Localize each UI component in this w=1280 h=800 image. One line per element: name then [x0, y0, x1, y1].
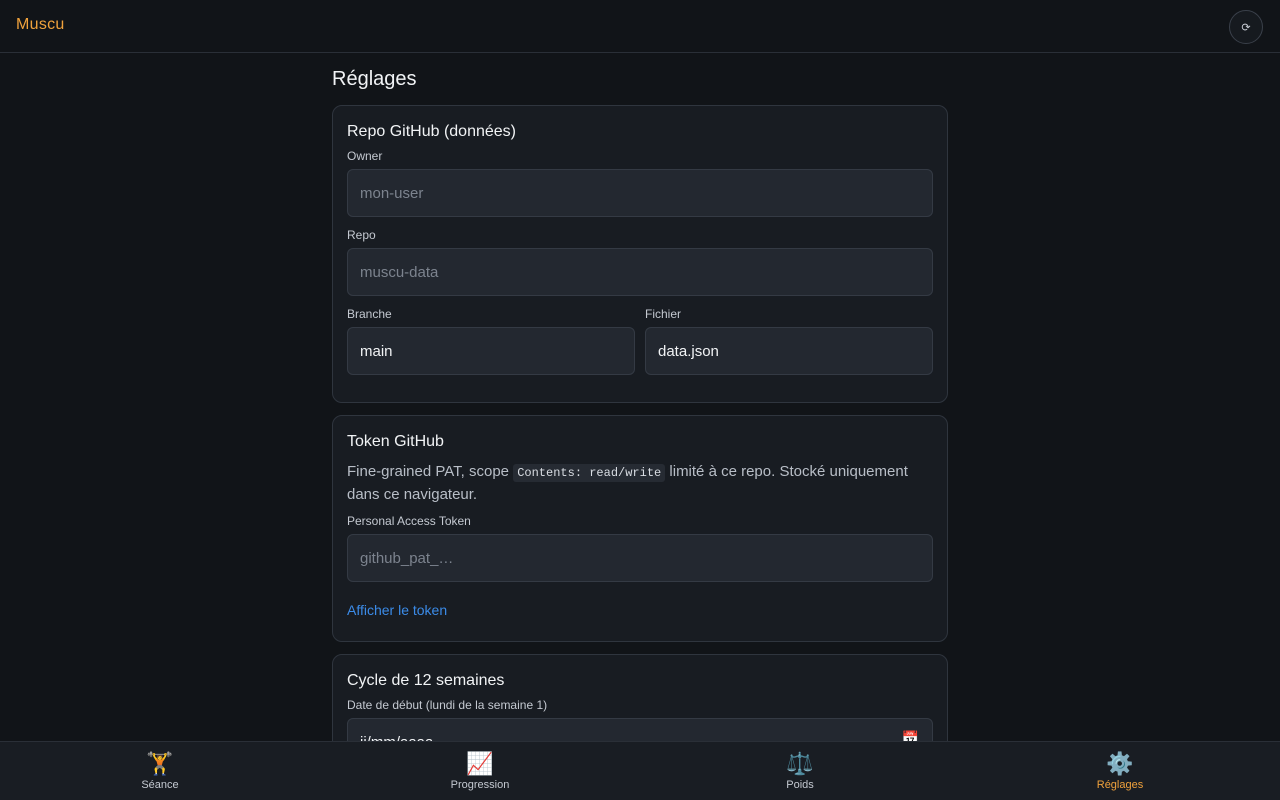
settings-content: Réglages Repo GitHub (données) Owner mon…	[332, 53, 948, 741]
tab-poids[interactable]: ⚖️ Poids	[640, 742, 960, 800]
branch-label: Branche	[347, 307, 392, 321]
bottom-tab-bar: 🏋️ Séance 📈 Progression ⚖️ Poids ⚙️ Régl…	[0, 741, 1280, 800]
show-token-link[interactable]: Afficher le token	[347, 602, 447, 619]
token-desc-start: Fine-grained PAT, scope	[347, 463, 514, 480]
token-card: Token GitHub Fine-grained PAT, scope Con…	[332, 415, 948, 642]
gear-icon: ⚙️	[1106, 751, 1134, 776]
file-input[interactable]: data.json	[645, 327, 933, 375]
repo-label: Repo	[347, 228, 376, 242]
sync-button[interactable]: ⟳	[1229, 10, 1263, 44]
sync-icon: ⟳	[1241, 21, 1251, 34]
file-label: Fichier	[645, 307, 682, 321]
repo-card: Repo GitHub (données) Owner mon-user Rep…	[332, 105, 948, 403]
branch-input[interactable]: main	[347, 327, 635, 375]
tab-progression[interactable]: 📈 Progression	[320, 742, 640, 800]
token-scope-code: Contents: read/write	[513, 464, 666, 482]
owner-label: Owner	[347, 149, 383, 163]
tab-label-progression: Progression	[450, 779, 510, 791]
scale-icon: ⚖️	[786, 751, 814, 776]
calendar-icon[interactable]: 📅	[902, 730, 919, 741]
tab-seance[interactable]: 🏋️ Séance	[0, 742, 320, 800]
pat-input[interactable]: github_pat_…	[347, 534, 933, 582]
start-date-input[interactable]: jj/mm/aaaa	[347, 718, 933, 741]
tab-label-reglages: Réglages	[1096, 779, 1144, 791]
pat-label: Personal Access Token	[347, 514, 471, 528]
tab-label-seance: Séance	[141, 779, 179, 791]
dumbbell-icon: 🏋️	[146, 751, 174, 776]
token-description: Fine-grained PAT, scope Contents: read/w…	[347, 461, 933, 505]
repo-card-title: Repo GitHub (données)	[347, 123, 516, 140]
token-card-title: Token GitHub	[347, 433, 444, 450]
start-date-label: Date de début (lundi de la semaine 1)	[347, 698, 548, 712]
top-bar: Muscu ⟳	[0, 0, 1280, 53]
repo-input[interactable]: muscu-data	[347, 248, 933, 296]
cycle-card-title: Cycle de 12 semaines	[347, 672, 505, 689]
chart-icon: 📈	[466, 751, 494, 776]
tab-reglages[interactable]: ⚙️ Réglages	[960, 742, 1280, 800]
tab-label-poids: Poids	[786, 779, 814, 791]
owner-input[interactable]: mon-user	[347, 169, 933, 217]
app-brand[interactable]: Muscu	[16, 16, 65, 34]
page-title: Réglages	[332, 68, 417, 90]
cycle-card: Cycle de 12 semaines Date de début (lund…	[332, 654, 948, 741]
